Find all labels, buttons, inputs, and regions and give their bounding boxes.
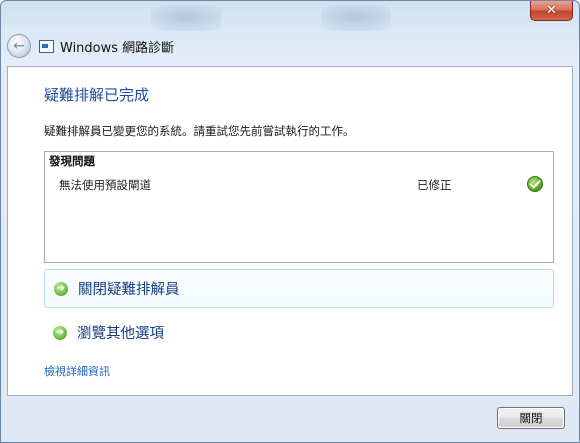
network-diagnostics-icon [39,39,54,53]
green-arrow-icon: ➔ [53,325,67,340]
close-troubleshooter-link[interactable]: ➔ 關閉疑難排解員 [44,269,554,308]
window-title: Windows 網路診斷 [60,40,175,56]
window-close-button[interactable]: ✕ [530,1,573,21]
problems-header: 發現問題 [49,154,95,168]
view-details-link[interactable]: 檢視詳細資訊 [44,363,110,379]
content-pane: 疑難排解已完成 疑難排解員已變更您的系統。請重試您先前嘗試執行的工作。 發現問題… [7,66,573,396]
problem-name: 無法使用預設閘道 [59,178,151,192]
close-icon: ✕ [546,3,557,18]
explore-options-label: 瀏覽其他選項 [77,326,164,342]
troubleshooter-window: ✕ ← Windows 網路診斷 疑難排解已完成 疑難排解員已變更您的系統。請重… [0,0,580,443]
explore-options-link[interactable]: ➔ 瀏覽其他選項 [44,313,554,352]
close-troubleshooter-label: 關閉疑難排解員 [78,282,180,298]
page-description: 疑難排解員已變更您的系統。請重試您先前嘗試執行的工作。 [44,124,355,138]
check-icon [527,176,543,192]
problem-status: 已修正 [417,178,452,192]
back-button[interactable]: ← [7,34,31,58]
problem-row: 無法使用預設閘道 已修正 [45,176,553,194]
back-arrow-icon: ← [13,38,25,54]
green-arrow-icon: ➔ [54,281,68,296]
page-heading: 疑難排解已完成 [44,86,150,104]
background-blur [321,5,391,31]
problems-found-box: 發現問題 無法使用預設閘道 已修正 [44,151,554,263]
close-button[interactable]: 關閉 [497,407,565,429]
navigation-bar: ← Windows 網路診斷 [7,33,174,59]
background-blur [151,5,221,31]
